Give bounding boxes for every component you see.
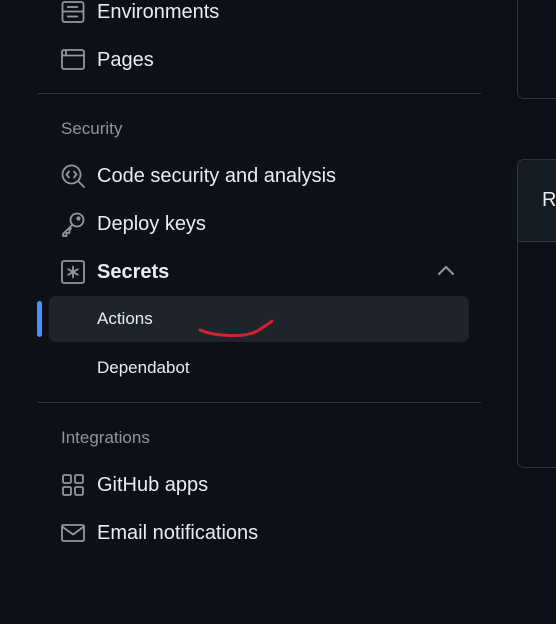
content-box-header-text: R: [542, 189, 556, 211]
content-box-header: R: [518, 160, 556, 242]
sidebar-item-environments[interactable]: Environments: [49, 0, 469, 34]
server-icon: [60, 0, 86, 25]
divider: [38, 93, 481, 94]
sidebar-item-label: Pages: [97, 48, 154, 71]
content-box-secrets: R: [517, 159, 556, 468]
red-underline-annotation: [198, 319, 274, 338]
divider: [38, 402, 481, 403]
sidebar-item-label: Actions: [97, 309, 153, 328]
sidebar-item-label: GitHub apps: [97, 473, 209, 496]
sidebar-item-email-notifications[interactable]: Email notifications: [49, 511, 469, 555]
mail-icon: [60, 520, 86, 546]
sidebar-item-github-apps[interactable]: GitHub apps: [49, 463, 469, 507]
sidebar-item-secrets[interactable]: Secrets: [49, 250, 469, 294]
sidebar-subitem-dependabot[interactable]: Dependabot: [49, 346, 469, 390]
sidebar-item-label: Environments: [97, 0, 220, 23]
apps-grid-icon: [60, 472, 86, 498]
sidebar-item-pages[interactable]: Pages: [49, 38, 469, 82]
section-heading-security: Security: [61, 119, 123, 138]
sidebar-item-label: Email notifications: [97, 521, 259, 544]
active-indicator: [37, 301, 42, 337]
sidebar-item-label: Secrets: [97, 260, 170, 283]
key-icon: [60, 211, 86, 237]
sidebar-item-label: Code security and analysis: [97, 164, 337, 187]
chevron-up-icon[interactable]: [433, 258, 459, 284]
sidebar-item-deploy-keys[interactable]: Deploy keys: [49, 202, 469, 246]
browser-icon: [60, 47, 86, 73]
sidebar-item-code-security[interactable]: Code security and analysis: [49, 154, 469, 198]
asterisk-box-icon: [60, 259, 86, 285]
sidebar-item-label: Deploy keys: [97, 212, 206, 235]
sidebar-item-label: Dependabot: [97, 358, 190, 377]
content-box-top: [517, 0, 556, 99]
codescan-icon: [60, 163, 86, 189]
section-heading-integrations: Integrations: [61, 428, 150, 447]
